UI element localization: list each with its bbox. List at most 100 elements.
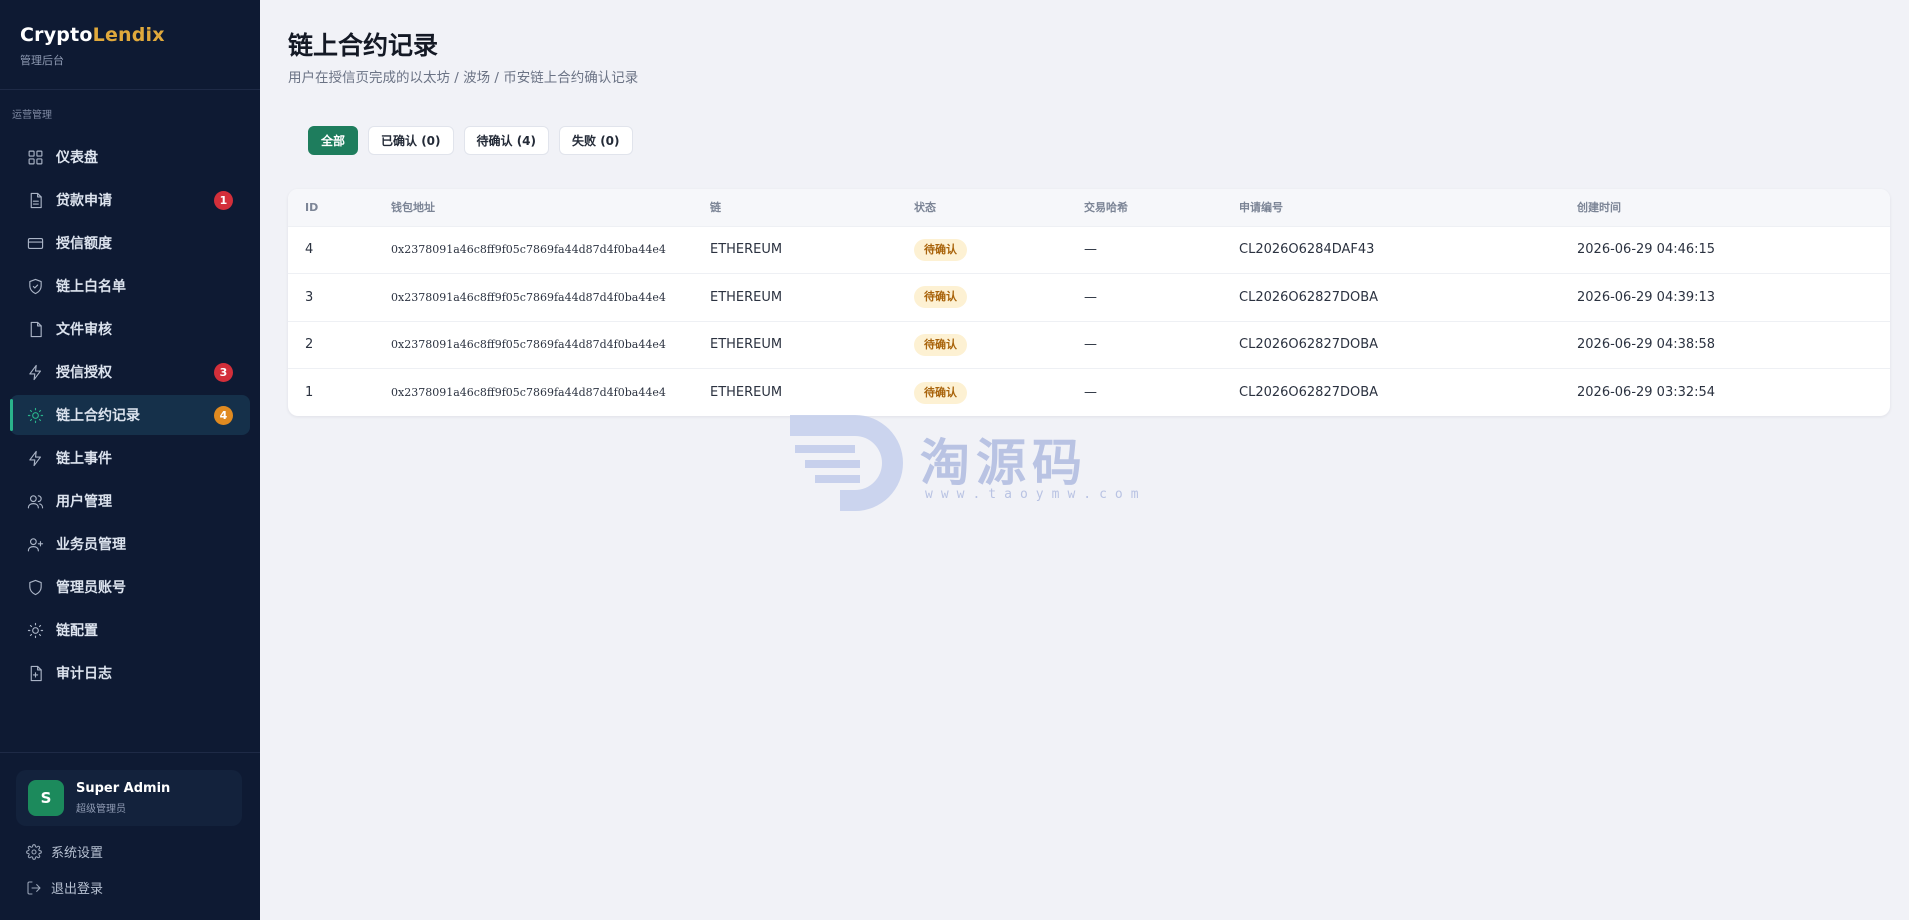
cell-created-at: 2026-06-29 04:39:13 [1577, 289, 1716, 305]
sidebar-item-label: 审计日志 [56, 666, 112, 682]
sidebar-item-chain-config[interactable]: 链配置 [10, 610, 250, 650]
sidebar-item-label: 授信授权 [56, 365, 112, 381]
user-plus-icon [26, 535, 44, 553]
cell-id: 1 [305, 385, 314, 400]
logout-link[interactable]: 退出登录 [26, 878, 103, 897]
status-badge: 待确认 [914, 381, 967, 404]
cell-tx-hash: — [1084, 289, 1097, 305]
watermark: 淘源码 www.taoymw.com [785, 415, 1139, 515]
cell-wallet-address: 0x2378091a46c8ff9f05c7869fa44d87d4f0ba44… [391, 338, 666, 352]
sidebar-item-label: 管理员账号 [56, 580, 126, 596]
count-badge: 1 [214, 191, 233, 210]
table-row[interactable]: 2 0x2378091a46c8ff9f05c7869fa44d87d4f0ba… [288, 321, 1890, 369]
settings-link[interactable]: 系统设置 [26, 842, 103, 861]
cell-created-at: 2026-06-29 04:38:58 [1577, 337, 1716, 353]
sidebar-item-file-review[interactable]: 文件审核 [10, 309, 250, 349]
cell-chain: ETHEREUM [710, 337, 783, 353]
sidebar-item-audit-log[interactable]: 审计日志 [10, 653, 250, 693]
cell-wallet-address: 0x2378091a46c8ff9f05c7869fa44d87d4f0ba44… [391, 290, 666, 304]
records-table-card: ID 钱包地址 链 状态 交易哈希 申请编号 创建时间 4 0x2378091a… [288, 189, 1890, 416]
table-row[interactable]: 1 0x2378091a46c8ff9f05c7869fa44d87d4f0ba… [288, 368, 1890, 417]
sidebar-item-label: 链上白名单 [56, 279, 126, 295]
shield-icon [26, 578, 44, 596]
column-header-id[interactable]: ID [288, 189, 374, 226]
settings-label: 系统设置 [51, 846, 104, 861]
cell-application-no: CL2026O62827DOBA [1239, 289, 1379, 305]
status-badge: 待确认 [914, 238, 967, 261]
watermark-text: 淘源码 [920, 434, 1088, 492]
cell-tx-hash: — [1084, 242, 1097, 258]
gear-icon [26, 843, 42, 860]
cell-created-at: 2026-06-29 04:46:15 [1577, 242, 1716, 258]
sidebar-item-credit-authorization[interactable]: 授信授权 3 [10, 352, 250, 392]
lightning-icon [26, 449, 44, 467]
avatar: S [28, 780, 64, 816]
sidebar-divider [0, 89, 260, 90]
cell-chain: ETHEREUM [710, 289, 783, 305]
tab-pending[interactable]: 待确认 (4) [463, 126, 550, 155]
cell-application-no: CL2026O62827DOBA [1239, 385, 1379, 400]
sidebar-item-label: 贷款申请 [56, 193, 112, 209]
count-badge: 3 [214, 363, 233, 382]
column-header-tx-hash[interactable]: 交易哈希 [1067, 189, 1222, 226]
users-icon [26, 492, 44, 510]
cell-tx-hash: — [1084, 337, 1097, 353]
table-row[interactable]: 4 0x2378091a46c8ff9f05c7869fa44d87d4f0ba… [288, 226, 1890, 274]
user-role: 超级管理员 [76, 804, 126, 815]
logout-label: 退出登录 [51, 882, 104, 897]
sidebar-item-label: 仪表盘 [56, 150, 98, 166]
sidebar-item-label: 授信额度 [56, 236, 112, 252]
sidebar-item-label: 链上合约记录 [56, 408, 140, 424]
cell-tx-hash: — [1084, 385, 1097, 400]
cell-id: 3 [305, 289, 314, 305]
cell-chain: ETHEREUM [710, 385, 783, 400]
count-badge: 4 [214, 406, 233, 425]
grid-icon [26, 148, 44, 166]
column-header-wallet[interactable]: 钱包地址 [374, 189, 693, 226]
sidebar-item-chain-events[interactable]: 链上事件 [10, 438, 250, 478]
column-header-chain[interactable]: 链 [693, 189, 897, 226]
status-badge: 待确认 [914, 286, 967, 309]
sidebar-item-label: 业务员管理 [56, 537, 126, 553]
cell-chain: ETHEREUM [710, 242, 783, 258]
brand-logo: CryptoLendix [20, 24, 165, 46]
column-header-status[interactable]: 状态 [897, 189, 1067, 226]
sidebar-item-admin-accounts[interactable]: 管理员账号 [10, 567, 250, 607]
sidebar-nav: 仪表盘 贷款申请 1 授信额度 链上白名单 文件审核 授信授权 3 链上合约记录… [10, 137, 250, 696]
sidebar-footer-divider [0, 752, 260, 753]
brand[interactable]: CryptoLendix 管理后台 [20, 24, 165, 68]
file-icon [26, 320, 44, 338]
tab-confirmed[interactable]: 已确认 (0) [368, 126, 454, 155]
logout-icon [27, 880, 41, 895]
sidebar-item-label: 用户管理 [56, 494, 112, 510]
cell-application-no: CL2026O62827DOBA [1239, 337, 1379, 353]
sidebar-item-label: 文件审核 [56, 322, 112, 338]
sidebar-item-salespeople[interactable]: 业务员管理 [10, 524, 250, 564]
sidebar-item-credit-limit[interactable]: 授信额度 [10, 223, 250, 263]
column-header-created-at[interactable]: 创建时间 [1560, 189, 1890, 226]
cell-wallet-address: 0x2378091a46c8ff9f05c7869fa44d87d4f0ba44… [391, 243, 666, 257]
records-table: ID 钱包地址 链 状态 交易哈希 申请编号 创建时间 4 0x2378091a… [288, 189, 1890, 416]
sidebar-item-loan-applications[interactable]: 贷款申请 1 [10, 180, 250, 220]
table-header-row: ID 钱包地址 链 状态 交易哈希 申请编号 创建时间 [288, 189, 1890, 226]
sidebar-item-label: 链上事件 [56, 451, 112, 467]
column-header-application-no[interactable]: 申请编号 [1222, 189, 1560, 226]
sun-icon [26, 621, 44, 639]
user-name: Super Admin [76, 781, 171, 796]
sidebar-item-users[interactable]: 用户管理 [10, 481, 250, 521]
cell-wallet-address: 0x2378091a46c8ff9f05c7869fa44d87d4f0ba44… [391, 386, 666, 399]
status-badge: 待确认 [914, 333, 967, 356]
sidebar-item-contract-records[interactable]: 链上合约记录 4 [10, 395, 250, 435]
cell-created-at: 2026-06-29 03:32:54 [1577, 385, 1716, 400]
user-card[interactable]: S Super Admin 超级管理员 [16, 770, 242, 826]
page-subtitle: 用户在授信页完成的以太坊 / 波场 / 币安链上合约确认记录 [288, 70, 639, 86]
tab-all[interactable]: 全部 [308, 126, 359, 155]
table-row[interactable]: 3 0x2378091a46c8ff9f05c7869fa44d87d4f0ba… [288, 273, 1890, 322]
sidebar-item-whitelist[interactable]: 链上白名单 [10, 266, 250, 306]
card-icon [26, 234, 44, 252]
sun-icon [26, 406, 44, 424]
sidebar: CryptoLendix 管理后台 运营管理 仪表盘 贷款申请 1 授信额度 链… [0, 0, 260, 920]
tab-failed[interactable]: 失败 (0) [559, 126, 633, 155]
document-icon [26, 191, 44, 209]
sidebar-item-dashboard[interactable]: 仪表盘 [10, 137, 250, 177]
